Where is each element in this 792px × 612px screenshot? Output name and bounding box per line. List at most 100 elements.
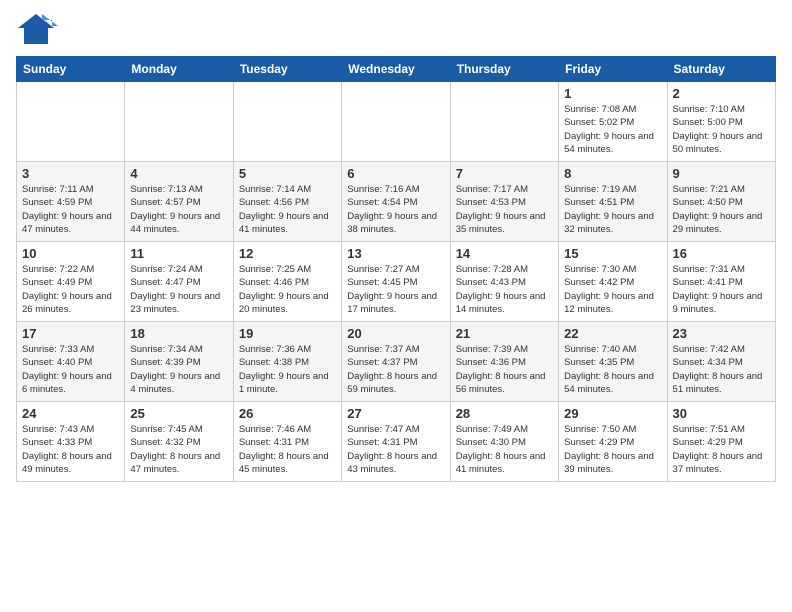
day-info: Sunrise: 7:43 AM Sunset: 4:33 PM Dayligh… — [22, 423, 119, 476]
calendar-table: SundayMondayTuesdayWednesdayThursdayFrid… — [16, 56, 776, 482]
day-info: Sunrise: 7:45 AM Sunset: 4:32 PM Dayligh… — [130, 423, 227, 476]
calendar-body: 1 Sunrise: 7:08 AM Sunset: 5:02 PM Daylig… — [17, 82, 776, 482]
calendar-week: 24 Sunrise: 7:43 AM Sunset: 4:33 PM Dayli… — [17, 402, 776, 482]
calendar-week: 1 Sunrise: 7:08 AM Sunset: 5:02 PM Daylig… — [17, 82, 776, 162]
calendar-cell: 17 Sunrise: 7:33 AM Sunset: 4:40 PM Dayli… — [17, 322, 125, 402]
calendar-cell: 19 Sunrise: 7:36 AM Sunset: 4:38 PM Dayli… — [233, 322, 341, 402]
day-info: Sunrise: 7:33 AM Sunset: 4:40 PM Dayligh… — [22, 343, 119, 396]
day-info: Sunrise: 7:16 AM Sunset: 4:54 PM Dayligh… — [347, 183, 444, 236]
day-info: Sunrise: 7:08 AM Sunset: 5:02 PM Dayligh… — [564, 103, 661, 156]
day-number: 1 — [564, 86, 661, 101]
day-info: Sunrise: 7:19 AM Sunset: 4:51 PM Dayligh… — [564, 183, 661, 236]
day-number: 20 — [347, 326, 444, 341]
calendar-cell: 7 Sunrise: 7:17 AM Sunset: 4:53 PM Daylig… — [450, 162, 558, 242]
calendar-week: 3 Sunrise: 7:11 AM Sunset: 4:59 PM Daylig… — [17, 162, 776, 242]
day-number: 25 — [130, 406, 227, 421]
day-number: 12 — [239, 246, 336, 261]
calendar-cell: 24 Sunrise: 7:43 AM Sunset: 4:33 PM Dayli… — [17, 402, 125, 482]
day-number: 2 — [673, 86, 770, 101]
day-number: 13 — [347, 246, 444, 261]
page-header — [16, 10, 776, 48]
weekday-header: Monday — [125, 57, 233, 82]
weekday-header: Thursday — [450, 57, 558, 82]
calendar-cell: 16Sunrise: 7:31 AM Sunset: 4:41 PM Dayli… — [667, 242, 775, 322]
calendar-cell: 21 Sunrise: 7:39 AM Sunset: 4:36 PM Dayli… — [450, 322, 558, 402]
calendar-cell: 25 Sunrise: 7:45 AM Sunset: 4:32 PM Dayli… — [125, 402, 233, 482]
day-info: Sunrise: 7:24 AM Sunset: 4:47 PM Dayligh… — [130, 263, 227, 316]
calendar-cell: 5 Sunrise: 7:14 AM Sunset: 4:56 PM Daylig… — [233, 162, 341, 242]
day-number: 24 — [22, 406, 119, 421]
calendar-cell: 8Sunrise: 7:19 AM Sunset: 4:51 PM Daylig… — [559, 162, 667, 242]
day-number: 7 — [456, 166, 553, 181]
day-number: 10 — [22, 246, 119, 261]
calendar-cell: 1 Sunrise: 7:08 AM Sunset: 5:02 PM Daylig… — [559, 82, 667, 162]
day-info: Sunrise: 7:49 AM Sunset: 4:30 PM Dayligh… — [456, 423, 553, 476]
calendar-cell: 3 Sunrise: 7:11 AM Sunset: 4:59 PM Daylig… — [17, 162, 125, 242]
day-number: 9 — [673, 166, 770, 181]
day-number: 29 — [564, 406, 661, 421]
day-info: Sunrise: 7:40 AM Sunset: 4:35 PM Dayligh… — [564, 343, 661, 396]
day-number: 14 — [456, 246, 553, 261]
day-info: Sunrise: 7:31 AM Sunset: 4:41 PM Dayligh… — [673, 263, 770, 316]
day-number: 27 — [347, 406, 444, 421]
day-number: 26 — [239, 406, 336, 421]
calendar-cell: 2 Sunrise: 7:10 AM Sunset: 5:00 PM Daylig… — [667, 82, 775, 162]
day-info: Sunrise: 7:17 AM Sunset: 4:53 PM Dayligh… — [456, 183, 553, 236]
day-number: 11 — [130, 246, 227, 261]
calendar-cell: 10 Sunrise: 7:22 AM Sunset: 4:49 PM Dayli… — [17, 242, 125, 322]
day-info: Sunrise: 7:51 AM Sunset: 4:29 PM Dayligh… — [673, 423, 770, 476]
day-info: Sunrise: 7:42 AM Sunset: 4:34 PM Dayligh… — [673, 343, 770, 396]
day-number: 28 — [456, 406, 553, 421]
day-number: 6 — [347, 166, 444, 181]
day-info: Sunrise: 7:50 AM Sunset: 4:29 PM Dayligh… — [564, 423, 661, 476]
day-info: Sunrise: 7:21 AM Sunset: 4:50 PM Dayligh… — [673, 183, 770, 236]
calendar-cell: 30 Sunrise: 7:51 AM Sunset: 4:29 PM Dayli… — [667, 402, 775, 482]
weekday-header: Saturday — [667, 57, 775, 82]
calendar-cell: 13 Sunrise: 7:27 AM Sunset: 4:45 PM Dayli… — [342, 242, 450, 322]
day-number: 18 — [130, 326, 227, 341]
calendar-cell: 27Sunrise: 7:47 AM Sunset: 4:31 PM Dayli… — [342, 402, 450, 482]
day-number: 21 — [456, 326, 553, 341]
logo — [16, 10, 58, 48]
day-info: Sunrise: 7:27 AM Sunset: 4:45 PM Dayligh… — [347, 263, 444, 316]
day-info: Sunrise: 7:28 AM Sunset: 4:43 PM Dayligh… — [456, 263, 553, 316]
calendar-cell — [233, 82, 341, 162]
calendar-cell: 23 Sunrise: 7:42 AM Sunset: 4:34 PM Dayli… — [667, 322, 775, 402]
calendar-week: 10 Sunrise: 7:22 AM Sunset: 4:49 PM Dayli… — [17, 242, 776, 322]
calendar-week: 17 Sunrise: 7:33 AM Sunset: 4:40 PM Dayli… — [17, 322, 776, 402]
day-info: Sunrise: 7:11 AM Sunset: 4:59 PM Dayligh… — [22, 183, 119, 236]
day-number: 23 — [673, 326, 770, 341]
weekday-header: Tuesday — [233, 57, 341, 82]
calendar-cell — [342, 82, 450, 162]
weekday-header: Wednesday — [342, 57, 450, 82]
calendar-cell: 6 Sunrise: 7:16 AM Sunset: 4:54 PM Daylig… — [342, 162, 450, 242]
day-number: 19 — [239, 326, 336, 341]
day-number: 3 — [22, 166, 119, 181]
day-number: 22 — [564, 326, 661, 341]
day-info: Sunrise: 7:30 AM Sunset: 4:42 PM Dayligh… — [564, 263, 661, 316]
calendar-cell: 18Sunrise: 7:34 AM Sunset: 4:39 PM Dayli… — [125, 322, 233, 402]
calendar-header: SundayMondayTuesdayWednesdayThursdayFrid… — [17, 57, 776, 82]
calendar-cell: 9 Sunrise: 7:21 AM Sunset: 4:50 PM Daylig… — [667, 162, 775, 242]
calendar-cell: 14 Sunrise: 7:28 AM Sunset: 4:43 PM Dayli… — [450, 242, 558, 322]
day-info: Sunrise: 7:36 AM Sunset: 4:38 PM Dayligh… — [239, 343, 336, 396]
calendar-cell — [17, 82, 125, 162]
day-info: Sunrise: 7:22 AM Sunset: 4:49 PM Dayligh… — [22, 263, 119, 316]
calendar-cell: 29 Sunrise: 7:50 AM Sunset: 4:29 PM Dayli… — [559, 402, 667, 482]
day-number: 17 — [22, 326, 119, 341]
day-info: Sunrise: 7:37 AM Sunset: 4:37 PM Dayligh… — [347, 343, 444, 396]
calendar-cell: 22 Sunrise: 7:40 AM Sunset: 4:35 PM Dayli… — [559, 322, 667, 402]
day-number: 4 — [130, 166, 227, 181]
day-info: Sunrise: 7:39 AM Sunset: 4:36 PM Dayligh… — [456, 343, 553, 396]
calendar-page: SundayMondayTuesdayWednesdayThursdayFrid… — [0, 0, 792, 612]
day-number: 30 — [673, 406, 770, 421]
day-number: 15 — [564, 246, 661, 261]
calendar-cell: 26Sunrise: 7:46 AM Sunset: 4:31 PM Dayli… — [233, 402, 341, 482]
calendar-cell: 20 Sunrise: 7:37 AM Sunset: 4:37 PM Dayli… — [342, 322, 450, 402]
weekday-header: Friday — [559, 57, 667, 82]
day-info: Sunrise: 7:14 AM Sunset: 4:56 PM Dayligh… — [239, 183, 336, 236]
day-number: 5 — [239, 166, 336, 181]
day-info: Sunrise: 7:10 AM Sunset: 5:00 PM Dayligh… — [673, 103, 770, 156]
calendar-cell: 11 Sunrise: 7:24 AM Sunset: 4:47 PM Dayli… — [125, 242, 233, 322]
logo-icon — [16, 10, 58, 48]
